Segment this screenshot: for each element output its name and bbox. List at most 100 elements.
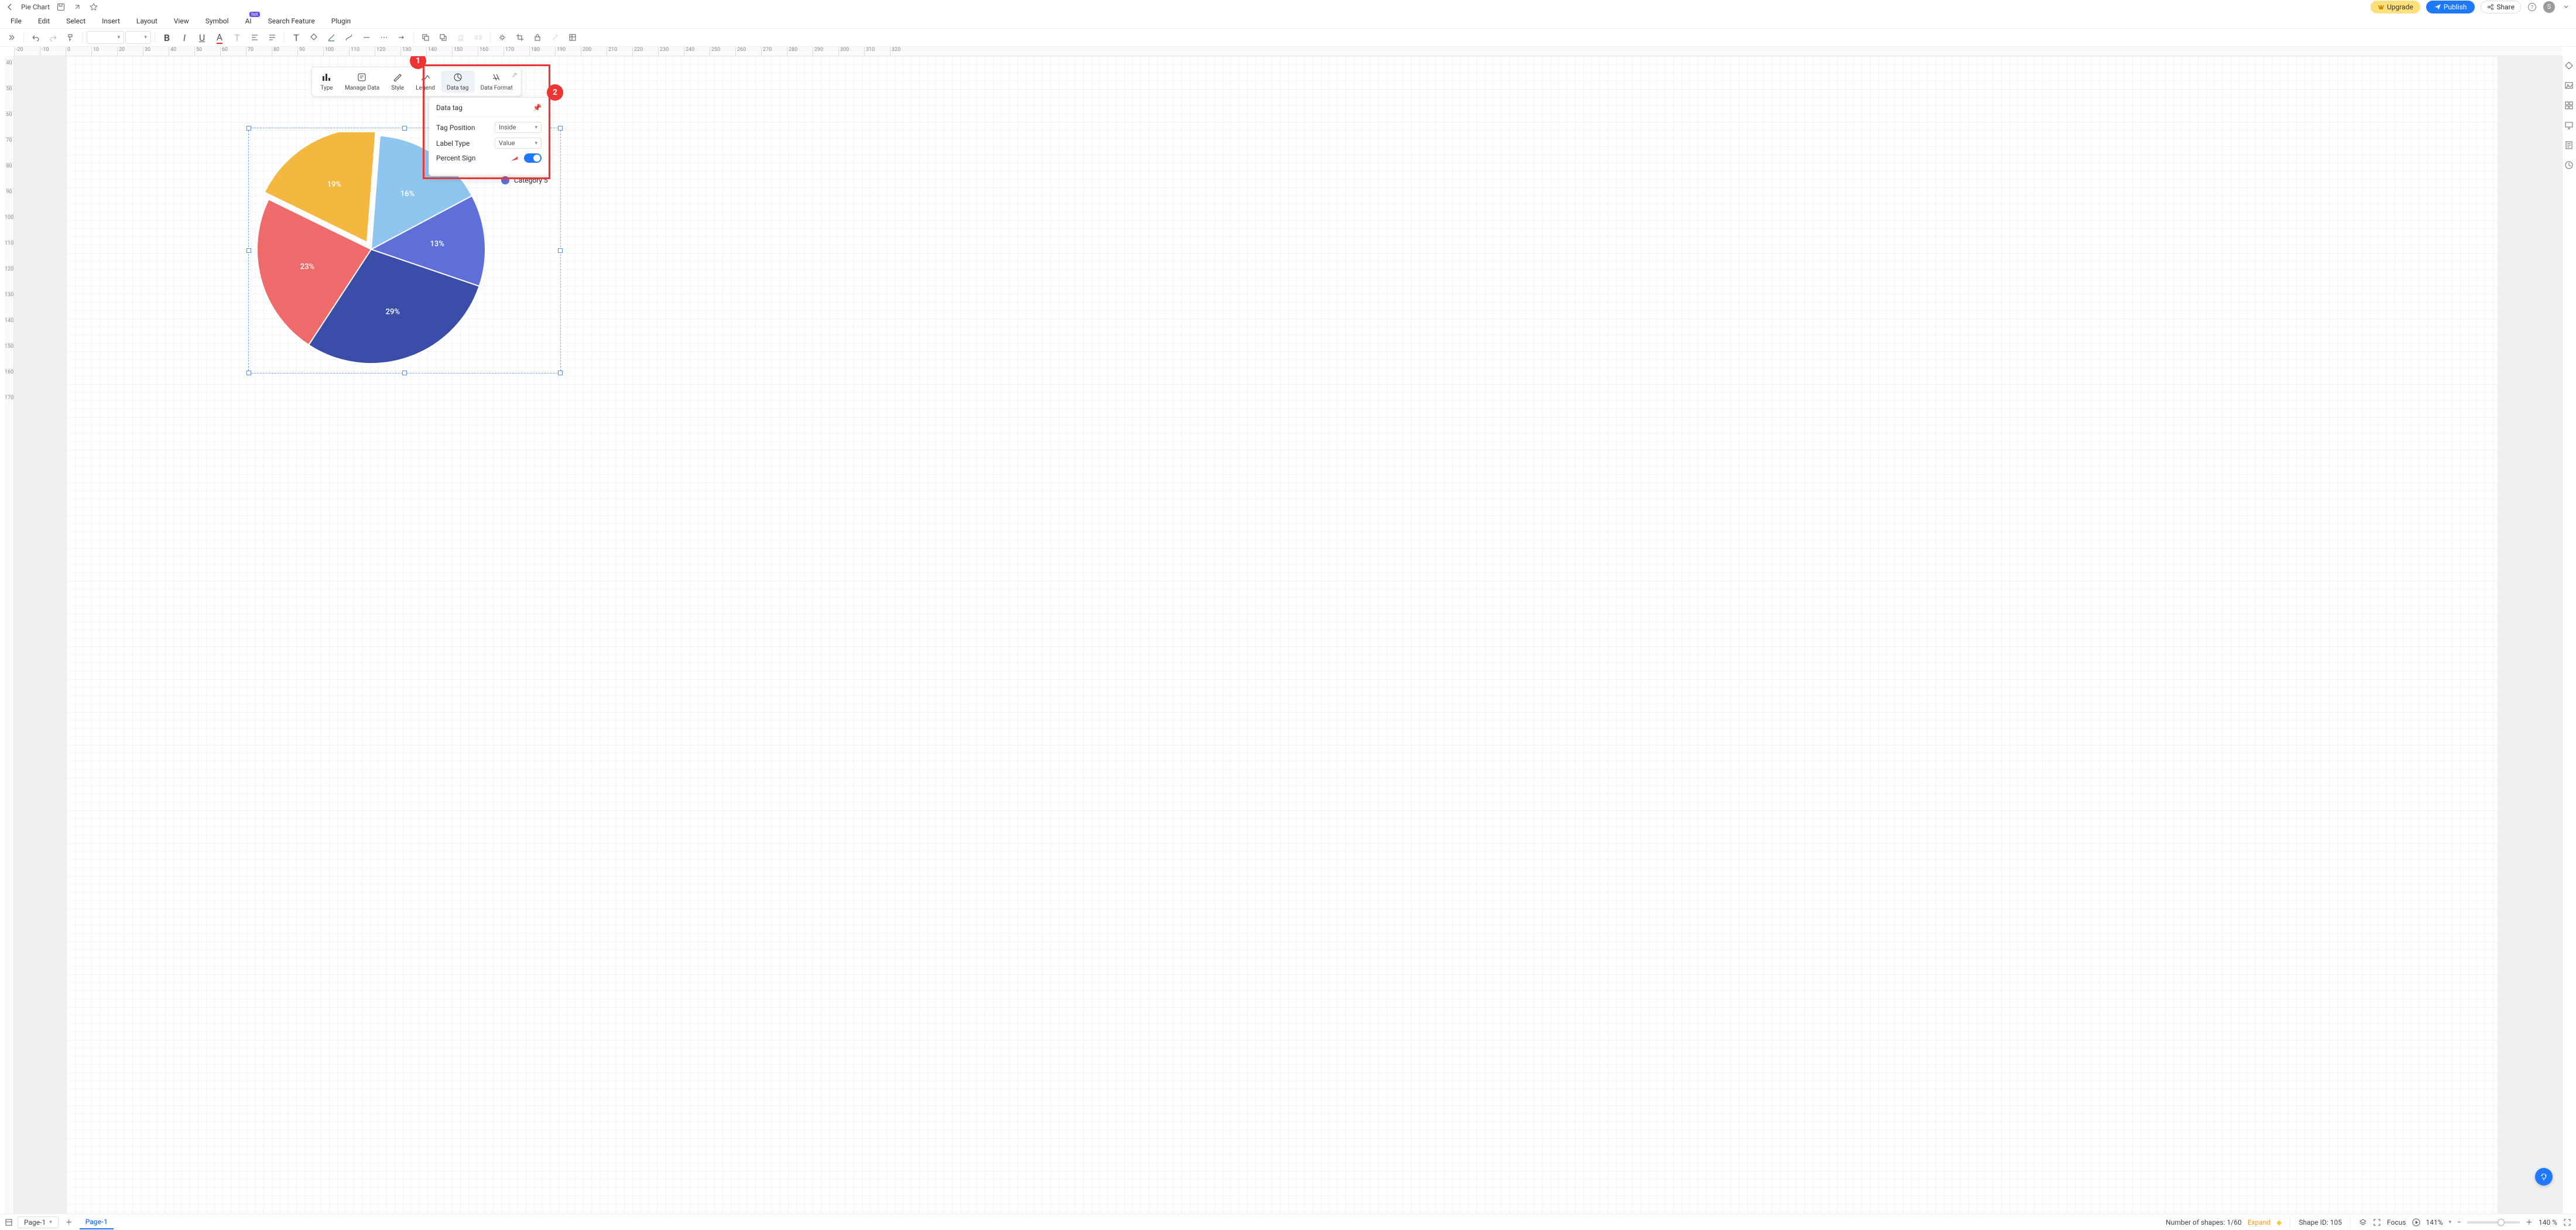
chart-legend-button[interactable]: Legend xyxy=(410,71,441,92)
align-h-icon[interactable] xyxy=(246,30,263,45)
expand-link[interactable]: Expand xyxy=(2248,1218,2270,1226)
notes-panel-icon[interactable] xyxy=(2564,141,2575,151)
chart-type-button[interactable]: Type xyxy=(314,71,339,92)
handle-tr[interactable] xyxy=(558,126,563,131)
handle-tl[interactable] xyxy=(246,126,251,131)
table-icon[interactable] xyxy=(564,30,581,45)
menu-layout[interactable]: Layout xyxy=(136,17,157,25)
manage-data-button[interactable]: Manage Data xyxy=(339,71,385,92)
tools-icon[interactable] xyxy=(547,30,563,45)
line-dash-icon[interactable] xyxy=(376,30,392,45)
percent-sign-label: Percent Sign xyxy=(436,154,475,162)
fill-icon[interactable] xyxy=(306,30,322,45)
upgrade-button[interactable]: Upgrade xyxy=(2371,1,2420,13)
avatar-caret-icon[interactable] xyxy=(2561,2,2571,12)
add-page-button[interactable]: ＋ xyxy=(63,1217,75,1228)
publish-button[interactable]: Publish xyxy=(2426,1,2475,13)
help-fab[interactable] xyxy=(2535,1168,2553,1186)
bring-front-icon[interactable] xyxy=(435,30,451,45)
fit-icon[interactable] xyxy=(2563,1218,2571,1226)
help-icon[interactable]: ? xyxy=(2527,2,2537,12)
italic-icon[interactable]: I xyxy=(176,30,193,45)
line-color-icon[interactable] xyxy=(323,30,340,45)
handle-ml[interactable] xyxy=(246,248,251,253)
handle-tm[interactable] xyxy=(402,126,407,131)
menu-view[interactable]: View xyxy=(174,17,189,25)
send-back-icon[interactable] xyxy=(417,30,434,45)
menu-search[interactable]: Search Feature xyxy=(268,17,315,25)
align-obj-icon[interactable] xyxy=(453,30,469,45)
zoom-slider[interactable] xyxy=(2467,1221,2520,1224)
percent-sign-toggle[interactable] xyxy=(524,153,542,163)
menu-file[interactable]: File xyxy=(11,17,22,25)
star-icon[interactable] xyxy=(88,2,99,12)
menu-select[interactable]: Select xyxy=(66,17,85,25)
layers-icon[interactable] xyxy=(2359,1218,2367,1226)
history-panel-icon[interactable] xyxy=(2564,160,2575,171)
save-icon[interactable] xyxy=(56,2,66,12)
lock-icon[interactable] xyxy=(529,30,546,45)
crop-icon[interactable] xyxy=(512,30,528,45)
handle-mr[interactable] xyxy=(558,248,563,253)
avatar[interactable]: S xyxy=(2543,1,2555,13)
apps-panel-icon[interactable] xyxy=(2564,101,2575,111)
text-direction-icon[interactable]: T xyxy=(229,30,245,45)
handle-bl[interactable] xyxy=(246,371,251,375)
page[interactable]: 19%16%13%29%23% alue Category 4 Category… xyxy=(67,56,2498,1214)
diamond-icon: ◆ xyxy=(2276,1218,2282,1226)
line-style-icon[interactable] xyxy=(358,30,375,45)
zoom-label-a[interactable]: 141% xyxy=(2426,1218,2443,1226)
image-panel-icon[interactable] xyxy=(2564,81,2575,91)
zoom-in-icon[interactable]: ＋ xyxy=(2526,1217,2533,1227)
expand-panel-icon[interactable] xyxy=(4,30,20,45)
pages-panel-icon[interactable] xyxy=(5,1218,13,1226)
undo-icon[interactable] xyxy=(28,30,44,45)
share-button[interactable]: Share xyxy=(2481,1,2521,13)
page-select[interactable]: Page-1▾ xyxy=(18,1217,59,1228)
chart-style-button[interactable]: Style xyxy=(385,71,410,92)
focus-label[interactable]: Focus xyxy=(2387,1218,2406,1226)
play-icon[interactable] xyxy=(2412,1218,2420,1226)
canvas[interactable]: 19%16%13%29%23% alue Category 4 Category… xyxy=(14,56,2562,1214)
handle-bm[interactable] xyxy=(402,371,407,375)
redo-icon[interactable] xyxy=(45,30,61,45)
menu-symbol[interactable]: Symbol xyxy=(205,17,229,25)
zoom-out-icon[interactable]: − xyxy=(2457,1218,2461,1226)
distribute-icon[interactable] xyxy=(470,30,487,45)
open-external-icon[interactable] xyxy=(72,2,83,12)
legend-swatch xyxy=(501,176,509,184)
legend-icon xyxy=(419,72,432,83)
effects-icon[interactable] xyxy=(494,30,511,45)
chart-toolbar: Type Manage Data Style Legend Data tag xyxy=(311,67,522,97)
tag-position-select[interactable]: Inside▾ xyxy=(495,122,542,133)
shape-panel-icon[interactable] xyxy=(2564,61,2575,71)
underline-icon[interactable]: U xyxy=(194,30,210,45)
pie-label: 13% xyxy=(430,239,444,248)
right-sidestrip xyxy=(2562,56,2576,1214)
menu-plugin[interactable]: Plugin xyxy=(331,17,351,25)
font-color-icon[interactable]: A xyxy=(211,30,228,45)
text-tool-icon[interactable]: T xyxy=(288,30,304,45)
handle-br[interactable] xyxy=(558,371,563,375)
font-family-select[interactable]: ▾ xyxy=(87,31,124,44)
label-type-select[interactable]: Value▾ xyxy=(495,138,542,149)
page-tab[interactable]: Page-1 xyxy=(80,1215,114,1229)
menu-insert[interactable]: Insert xyxy=(102,17,120,25)
bold-icon[interactable]: B xyxy=(159,30,175,45)
share-label: Share xyxy=(2496,3,2515,11)
data-tag-button[interactable]: Data tag xyxy=(441,71,475,92)
pin-icon[interactable]: ⇗ xyxy=(512,71,518,79)
arrow-style-icon[interactable] xyxy=(393,30,410,45)
pie-label: 16% xyxy=(400,190,415,198)
font-size-select[interactable]: ▾ xyxy=(125,31,151,44)
menu-edit[interactable]: Edit xyxy=(38,17,50,25)
pointer-arrow-icon xyxy=(510,154,520,162)
format-painter-icon[interactable] xyxy=(63,30,79,45)
align-v-icon[interactable] xyxy=(264,30,280,45)
present-panel-icon[interactable] xyxy=(2564,121,2575,131)
back-icon[interactable] xyxy=(5,2,15,12)
pin-icon[interactable]: 📌 xyxy=(533,104,542,112)
fullscreen-icon[interactable] xyxy=(2373,1218,2381,1226)
connector-icon[interactable] xyxy=(341,30,357,45)
menu-ai[interactable]: AIhot xyxy=(245,17,252,25)
